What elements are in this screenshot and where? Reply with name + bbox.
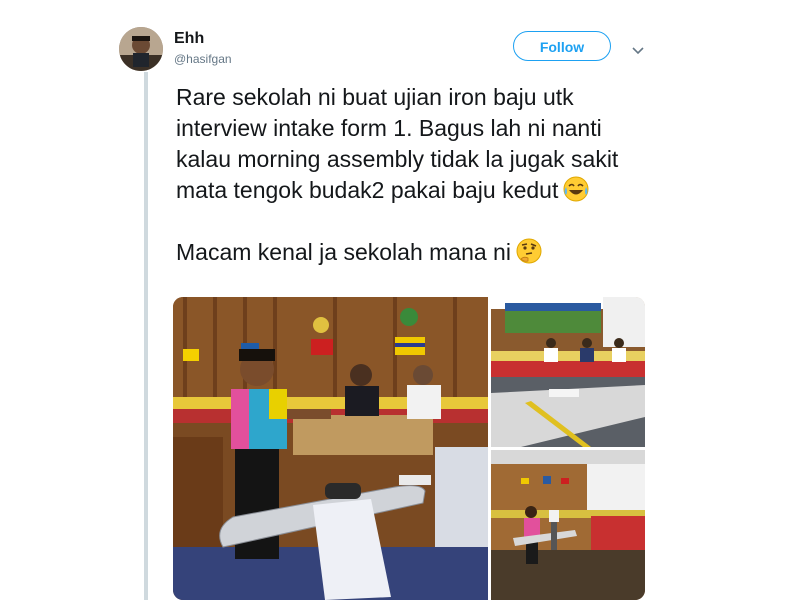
avatar[interactable] — [119, 27, 163, 71]
tweet-paragraph-text: Rare sekolah ni buat ujian iron baju utk… — [176, 84, 619, 203]
display-name[interactable]: Ehh — [174, 30, 204, 48]
photo-conference-table[interactable] — [491, 297, 645, 447]
face-with-tears-of-joy-icon — [562, 175, 590, 203]
tweet-paragraph: Rare sekolah ni buat ujian iron baju utk… — [176, 82, 646, 206]
tweet-media[interactable] — [173, 297, 645, 600]
photo-boy-ironing[interactable] — [173, 297, 488, 600]
photo-classroom-station[interactable] — [491, 450, 645, 600]
thread-line — [144, 72, 148, 600]
tweet-text: Rare sekolah ni buat ujian iron baju utk… — [176, 82, 646, 268]
chevron-down-icon[interactable] — [632, 42, 644, 60]
follow-button[interactable]: Follow — [513, 31, 611, 61]
tweet-paragraph-text: Macam kenal ja sekolah mana ni — [176, 239, 511, 265]
thinking-face-icon — [515, 237, 543, 265]
tweet-paragraph: Macam kenal ja sekolah mana ni — [176, 237, 646, 268]
user-handle[interactable]: @hasifgan — [174, 52, 232, 66]
